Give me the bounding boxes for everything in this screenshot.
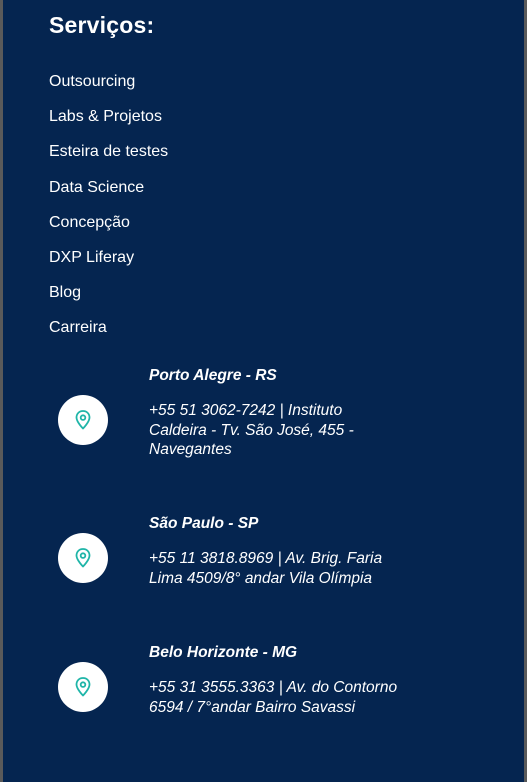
map-pin-icon	[58, 533, 108, 583]
service-link-blog[interactable]: Blog	[49, 283, 168, 318]
service-link-data-science[interactable]: Data Science	[49, 178, 168, 213]
services-list: Outsourcing Labs & Projetos Esteira de t…	[49, 72, 168, 354]
location-address: +55 11 3818.8969 | Av. Brig. Faria Lima …	[149, 550, 383, 587]
map-pin-icon	[58, 662, 108, 712]
service-link-esteira-de-testes[interactable]: Esteira de testes	[49, 142, 168, 177]
site-footer: Serviços: Outsourcing Labs & Projetos Es…	[3, 0, 524, 782]
location-address: +55 51 3062-7242 | Instituto Caldeira - …	[149, 402, 354, 458]
service-link-concepcao[interactable]: Concepção	[49, 213, 168, 248]
services-title: Serviços:	[49, 12, 155, 38]
map-pin-icon	[75, 677, 91, 697]
service-link-dxp-liferay[interactable]: DXP Liferay	[49, 248, 168, 283]
map-pin-icon	[75, 410, 91, 430]
location-address: +55 31 3555.3363 | Av. do Contorno 6594 …	[149, 679, 398, 716]
map-pin-icon	[58, 395, 108, 445]
location-city: São Paulo - SP	[149, 515, 259, 532]
location-info: Belo Horizonte - MG +55 31 3555.3363 | A…	[149, 643, 399, 717]
service-link-labs-projetos[interactable]: Labs & Projetos	[49, 107, 168, 142]
service-link-carreira[interactable]: Carreira	[49, 318, 168, 353]
location-city: Porto Alegre - RS	[149, 367, 277, 384]
location-city: Belo Horizonte - MG	[149, 644, 298, 661]
map-pin-icon	[75, 548, 91, 568]
service-link-outsourcing[interactable]: Outsourcing	[49, 72, 168, 107]
location-info: Porto Alegre - RS +55 51 3062-7242 | Ins…	[149, 366, 399, 460]
location-info: São Paulo - SP +55 11 3818.8969 | Av. Br…	[149, 514, 399, 588]
